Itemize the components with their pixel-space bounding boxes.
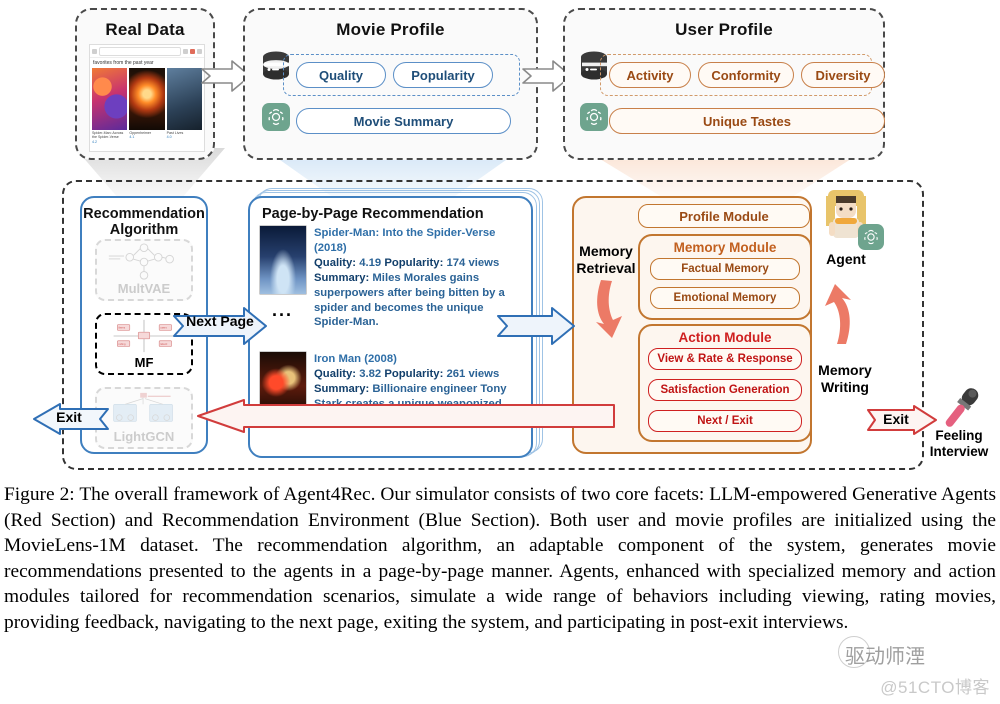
movie-poster-row: Spider-Man: Across the Spider-Verse 4.2 … xyxy=(90,68,204,144)
movie-card: Past Lives 4.0 xyxy=(166,68,202,144)
algo-label-mf: MF xyxy=(134,355,154,370)
chip-movie-summary[interactable]: Movie Summary xyxy=(296,108,511,134)
panel-real-data: Real Data favorites from the past year S… xyxy=(75,8,215,160)
memory-retrieval-label: Memory Retrieval xyxy=(572,243,640,277)
quality-label: Quality: xyxy=(314,367,357,380)
poster-art xyxy=(166,68,202,130)
memory-retrieval-line1: Memory xyxy=(579,243,633,259)
action-module-title: Action Module xyxy=(678,330,772,345)
poster-art xyxy=(129,68,165,130)
arrow-exit-left-label: Exit xyxy=(56,409,82,425)
openai-logo-icon xyxy=(858,224,884,250)
figure-caption: Figure 2: The overall framework of Agent… xyxy=(4,484,996,634)
panel-title-real-data: Real Data xyxy=(105,20,185,39)
profile-icon xyxy=(190,48,195,54)
movie-details: Spider-Man: Into the Spider-Verse (2018)… xyxy=(314,226,512,330)
panel-title-user-profile: User Profile xyxy=(675,20,773,39)
movie-quality-popularity: Quality: 3.82 Popularity: 261 views xyxy=(314,367,512,382)
arrow-memory-writing xyxy=(825,284,851,344)
menu-icon xyxy=(92,48,97,54)
feeling-interview-line1: Feeling xyxy=(935,428,983,443)
lightgcn-diagram-icon xyxy=(113,392,173,422)
openai-logo-icon xyxy=(580,103,608,131)
chip-activity[interactable]: Activity xyxy=(609,62,691,88)
movie-card: Spider-Man: Across the Spider-Verse 4.2 xyxy=(92,68,128,144)
memory-retrieval-line2: Retrieval xyxy=(576,259,636,276)
figure-area: Real Data favorites from the past year S… xyxy=(0,0,1000,478)
algo-label-multvae: MultVAE xyxy=(117,281,171,296)
movie-poster xyxy=(260,226,306,294)
arrow-exit-right-label: Exit xyxy=(883,411,909,427)
movie-rating: 4.1 xyxy=(129,135,135,140)
recommendation-algorithm-title-line2: Algorithm xyxy=(109,222,179,238)
module-next-exit[interactable]: Next / Exit xyxy=(648,410,802,432)
movie-card: Oppenheimer 4.1 xyxy=(129,68,165,144)
summary-label: Summary: xyxy=(314,382,370,395)
memory-writing-line2: Writing xyxy=(821,378,869,395)
agent-label: Agent xyxy=(826,251,866,267)
movie-quality-popularity: Quality: 4.19 Popularity: 174 views xyxy=(314,256,512,271)
memory-writing-label: Memory Writing xyxy=(808,362,882,396)
list-ellipsis: ... xyxy=(272,300,294,320)
module-profile[interactable]: Profile Module xyxy=(638,204,810,228)
memory-writing-line1: Memory xyxy=(818,362,872,378)
chip-popularity[interactable]: Popularity xyxy=(393,62,493,88)
chip-quality[interactable]: Quality xyxy=(296,62,386,88)
microphone-icon xyxy=(945,388,979,427)
recommendation-algorithm-title-line1: Recommendation xyxy=(83,206,205,222)
quality-label: Quality: xyxy=(314,256,357,269)
multvae-diagram-icon xyxy=(108,243,174,280)
quality-value: 4.19 xyxy=(359,256,382,269)
summary-label: Summary: xyxy=(314,271,370,284)
module-view-rate-response[interactable]: View & Rate & Response xyxy=(648,348,802,370)
arrow-next-page-label: Next Page xyxy=(186,313,254,329)
popularity-label: Popularity: xyxy=(384,367,444,380)
watermark-text: @51CTO博客 xyxy=(880,678,990,697)
algo-label-lightgcn: LightGCN xyxy=(113,429,175,444)
movie-title: Iron Man (2008) xyxy=(314,353,397,365)
panel-title-movie-profile: Movie Profile xyxy=(336,20,445,39)
svg-text:rating: rating xyxy=(118,342,126,346)
arrow-pages-to-agent xyxy=(497,307,575,345)
movie-title: Spider-Man: Into the Spider-Verse (2018) xyxy=(314,227,496,254)
real-data-subheading: favorites from the past year xyxy=(90,58,204,68)
quality-value: 3.82 xyxy=(359,367,382,380)
star-icon xyxy=(183,48,188,54)
algo-option-multvae[interactable]: MultVAE xyxy=(95,239,193,301)
popularity-label: Popularity: xyxy=(384,256,444,269)
real-data-browser-screenshot: favorites from the past year Spider-Man:… xyxy=(89,44,205,152)
search-input[interactable] xyxy=(99,46,181,56)
popularity-value: 261 views xyxy=(446,367,500,380)
popularity-value: 174 views xyxy=(446,256,500,269)
movie-summary: Summary: Miles Morales gains superpowers… xyxy=(314,271,512,331)
arrow-memory-retrieval xyxy=(596,280,622,338)
watermark-circle-icon xyxy=(838,636,870,668)
svg-text:latent: latent xyxy=(160,342,167,346)
module-satisfaction-generation[interactable]: Satisfaction Generation xyxy=(648,379,802,401)
movie-rating: 4.2 xyxy=(92,139,97,144)
svg-text:items: items xyxy=(118,326,126,330)
browser-toolbar xyxy=(90,45,204,58)
module-emotional-memory[interactable]: Emotional Memory xyxy=(650,287,800,309)
poster-art xyxy=(92,68,128,130)
module-factual-memory[interactable]: Factual Memory xyxy=(650,258,800,280)
chip-conformity[interactable]: Conformity xyxy=(698,62,794,88)
page-recommendation-title: Page-by-Page Recommendation xyxy=(262,206,484,222)
recommended-movie-item[interactable]: Spider-Man: Into the Spider-Verse (2018)… xyxy=(260,226,522,330)
chip-unique-tastes[interactable]: Unique Tastes xyxy=(609,108,885,134)
memory-module-title: Memory Module xyxy=(673,240,777,255)
movie-rating: 4.0 xyxy=(166,135,172,140)
svg-text:users: users xyxy=(160,327,167,330)
feeling-interview-line2: Interview xyxy=(929,444,989,460)
panel-user-profile: User Profile Activity Conformity Diversi… xyxy=(563,8,885,160)
panel-movie-profile: Movie Profile Quality Popularity Movie S… xyxy=(243,8,538,160)
chip-diversity[interactable]: Diversity xyxy=(801,62,885,88)
openai-logo-icon xyxy=(262,103,290,131)
watermark-overlay-text: 驱动师湮 xyxy=(845,644,925,668)
account-icon xyxy=(197,48,202,54)
arrow-agent-feedback-to-algorithm xyxy=(197,399,615,433)
movie-title: Spider-Man: Across the Spider-Verse xyxy=(92,131,124,140)
